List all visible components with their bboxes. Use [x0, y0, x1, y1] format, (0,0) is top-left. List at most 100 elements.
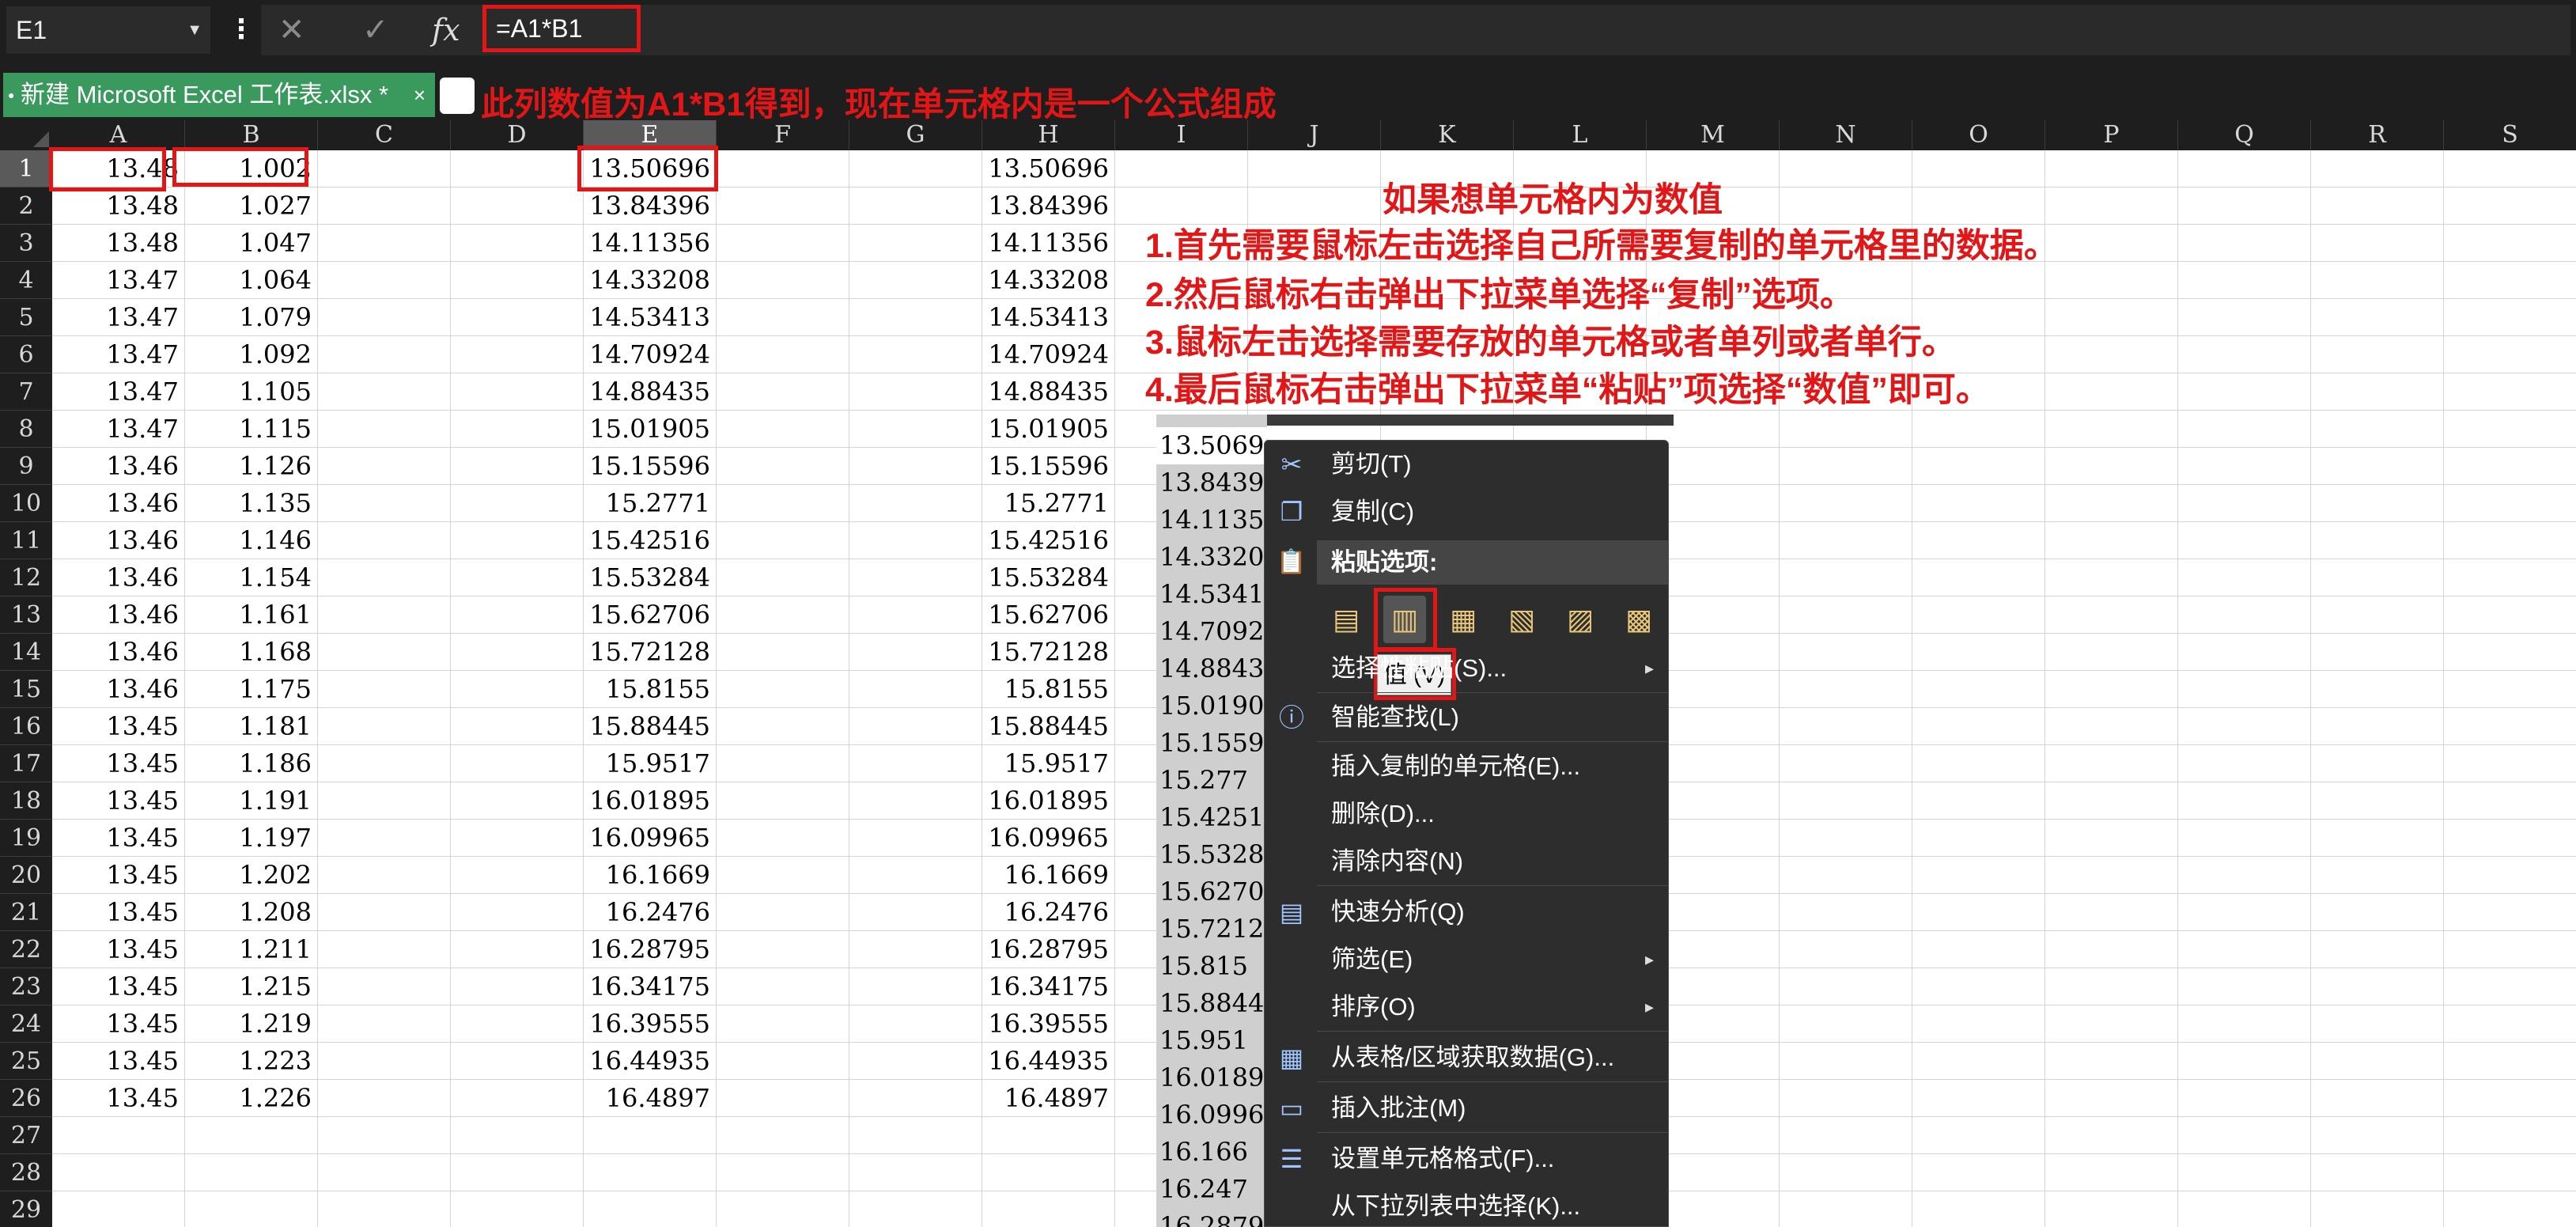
cell-a8[interactable]: 13.47: [52, 411, 183, 448]
cell-b9[interactable]: 1.126: [185, 448, 316, 485]
cell-h17[interactable]: 15.9517: [982, 745, 1114, 782]
column-header-l[interactable]: L: [1514, 120, 1647, 150]
cell-b15[interactable]: 1.175: [185, 671, 316, 708]
cell-h1[interactable]: 13.50696: [982, 150, 1114, 187]
column-header-n[interactable]: N: [1780, 120, 1912, 150]
cell-b23[interactable]: 1.215: [185, 968, 316, 1005]
cell-a19[interactable]: 13.45: [52, 820, 183, 857]
cell-b21[interactable]: 1.208: [185, 894, 316, 931]
cell-e19[interactable]: 16.09965: [584, 820, 715, 857]
cell-b19[interactable]: 1.197: [185, 820, 316, 857]
cell-e18[interactable]: 16.01895: [584, 782, 715, 820]
cell-b7[interactable]: 1.105: [185, 373, 316, 411]
cell-h26[interactable]: 16.4897: [982, 1080, 1114, 1117]
row-header[interactable]: 15: [0, 671, 52, 708]
cell-e5[interactable]: 14.53413: [584, 299, 715, 336]
row-header[interactable]: 28: [0, 1154, 52, 1191]
cell-a10[interactable]: 13.46: [52, 485, 183, 522]
cell-h19[interactable]: 16.09965: [982, 820, 1114, 857]
row-header[interactable]: 16: [0, 708, 52, 745]
menu-item-quick-analysis[interactable]: ▤ 快速分析(Q): [1265, 890, 1668, 934]
column-header-m[interactable]: M: [1647, 120, 1780, 150]
cell-a25[interactable]: 13.45: [52, 1043, 183, 1080]
paste-transpose-icon[interactable]: ▧: [1500, 596, 1543, 643]
cell-e17[interactable]: 15.9517: [584, 745, 715, 782]
cell-a9[interactable]: 13.46: [52, 448, 183, 485]
row-header[interactable]: 21: [0, 894, 52, 931]
formula-input[interactable]: =A1*B1: [482, 5, 641, 52]
row-header[interactable]: 4: [0, 262, 52, 299]
cell-h2[interactable]: 13.84396: [982, 187, 1114, 225]
cell-a26[interactable]: 13.45: [52, 1080, 183, 1117]
cell-b20[interactable]: 1.202: [185, 857, 316, 894]
cell-h23[interactable]: 16.34175: [982, 968, 1114, 1005]
cell-b22[interactable]: 1.211: [185, 931, 316, 968]
cell-h5[interactable]: 14.53413: [982, 299, 1114, 336]
cell-h20[interactable]: 16.1669: [982, 857, 1114, 894]
row-header[interactable]: 14: [0, 634, 52, 671]
cell-e24[interactable]: 16.39555: [584, 1005, 715, 1043]
column-header-g[interactable]: G: [849, 120, 982, 150]
row-header[interactable]: 3: [0, 225, 52, 262]
cell-h15[interactable]: 15.8155: [982, 671, 1114, 708]
cell-e22[interactable]: 16.28795: [584, 931, 715, 968]
cell-b14[interactable]: 1.168: [185, 634, 316, 671]
cell-b6[interactable]: 1.092: [185, 336, 316, 373]
cell-h22[interactable]: 16.28795: [982, 931, 1114, 968]
column-header-b[interactable]: B: [185, 120, 318, 150]
cell-a22[interactable]: 13.45: [52, 931, 183, 968]
menu-item-copy[interactable]: ❐ 复制(C): [1265, 490, 1668, 534]
row-header[interactable]: 2: [0, 187, 52, 225]
menu-item-clear[interactable]: 清除内容(N): [1265, 839, 1668, 884]
row-header[interactable]: 9: [0, 448, 52, 485]
menu-item-insert-copied[interactable]: 插入复制的单元格(E)...: [1265, 744, 1668, 789]
cell-b16[interactable]: 1.181: [185, 708, 316, 745]
cell-b24[interactable]: 1.219: [185, 1005, 316, 1043]
select-all-corner[interactable]: [0, 120, 52, 150]
column-header-r[interactable]: R: [2311, 120, 2444, 150]
cell-a5[interactable]: 13.47: [52, 299, 183, 336]
cell-b3[interactable]: 1.047: [185, 225, 316, 262]
column-header-s[interactable]: S: [2444, 120, 2576, 150]
cell-b4[interactable]: 1.064: [185, 262, 316, 299]
menu-item-insert-comment[interactable]: ▭ 插入批注(M): [1265, 1086, 1668, 1130]
row-header[interactable]: 24: [0, 1005, 52, 1043]
cell-e7[interactable]: 14.88435: [584, 373, 715, 411]
menu-item-cut[interactable]: ✂ 剪切(T): [1265, 442, 1668, 487]
cell-e26[interactable]: 16.4897: [584, 1080, 715, 1117]
cell-a16[interactable]: 13.45: [52, 708, 183, 745]
row-header[interactable]: 17: [0, 745, 52, 782]
cell-e14[interactable]: 15.72128: [584, 634, 715, 671]
cell-b2[interactable]: 1.027: [185, 187, 316, 225]
row-header[interactable]: 26: [0, 1080, 52, 1117]
cell-b10[interactable]: 1.135: [185, 485, 316, 522]
cell-e23[interactable]: 16.34175: [584, 968, 715, 1005]
new-tab-button[interactable]: [440, 78, 475, 114]
column-header-h[interactable]: H: [982, 120, 1115, 150]
row-header[interactable]: 23: [0, 968, 52, 1005]
cell-e21[interactable]: 16.2476: [584, 894, 715, 931]
cell-h21[interactable]: 16.2476: [982, 894, 1114, 931]
cell-a23[interactable]: 13.45: [52, 968, 183, 1005]
paste-link-icon[interactable]: ▩: [1617, 596, 1660, 643]
cell-h9[interactable]: 15.15596: [982, 448, 1114, 485]
row-header[interactable]: 18: [0, 782, 52, 820]
cell-h10[interactable]: 15.2771: [982, 485, 1114, 522]
cell-h3[interactable]: 14.11356: [982, 225, 1114, 262]
cell-h24[interactable]: 16.39555: [982, 1005, 1114, 1043]
cell-a15[interactable]: 13.46: [52, 671, 183, 708]
cell-b17[interactable]: 1.186: [185, 745, 316, 782]
cell-e6[interactable]: 14.70924: [584, 336, 715, 373]
menu-item-delete[interactable]: 删除(D)...: [1265, 792, 1668, 836]
column-header-q[interactable]: Q: [2178, 120, 2311, 150]
column-header-f[interactable]: F: [717, 120, 849, 150]
cell-e9[interactable]: 15.15596: [584, 448, 715, 485]
cell-b5[interactable]: 1.079: [185, 299, 316, 336]
cell-e25[interactable]: 16.44935: [584, 1043, 715, 1080]
column-header-o[interactable]: O: [1912, 120, 2045, 150]
workbook-tab[interactable]: ● 新建 Microsoft Excel 工作表.xlsx * ×: [3, 73, 435, 117]
cell-a11[interactable]: 13.46: [52, 522, 183, 559]
cell-e16[interactable]: 15.88445: [584, 708, 715, 745]
paste-icon[interactable]: ▤: [1325, 596, 1367, 643]
cell-e13[interactable]: 15.62706: [584, 596, 715, 634]
